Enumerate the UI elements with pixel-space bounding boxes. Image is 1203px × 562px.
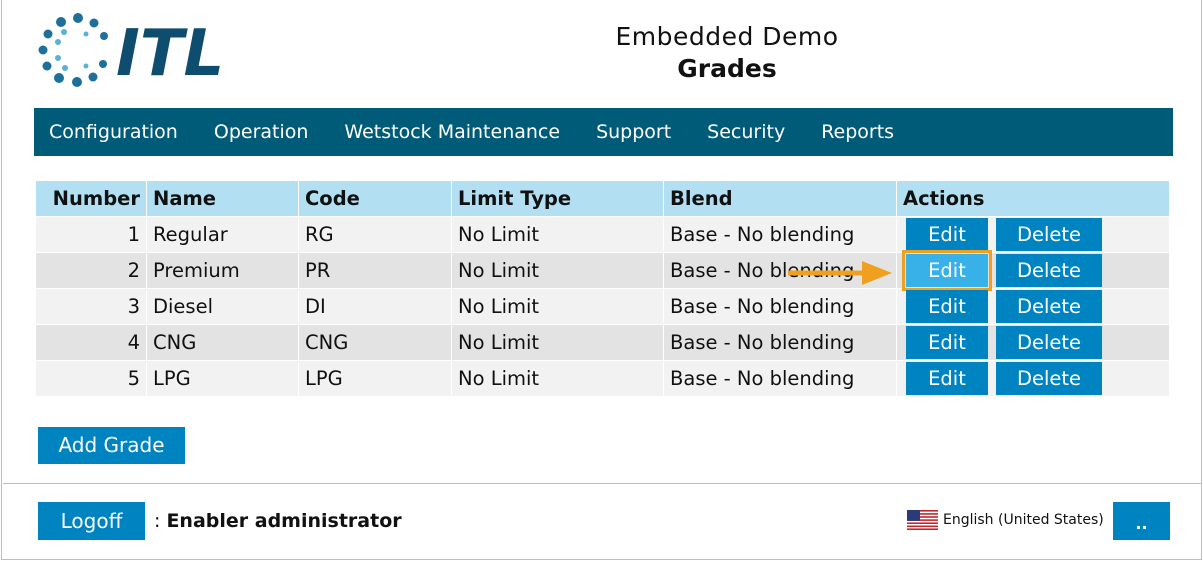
table-row: 3 Diesel DI No Limit Base - No blending …: [36, 288, 1170, 325]
itl-logo: ITL: [34, 12, 286, 91]
header-name: Name: [146, 181, 299, 217]
app-frame: ITL Embedded Demo Grades Configuration O…: [1, 0, 1202, 560]
language-selector[interactable]: English (United States): [907, 510, 1104, 530]
cell-blend: Base - No blending: [663, 216, 897, 253]
cell-actions: Edit Delete: [896, 216, 1170, 253]
edit-button[interactable]: Edit: [906, 362, 988, 395]
cell-blend: Base - No blending: [663, 360, 897, 396]
logoff-button[interactable]: Logoff: [38, 502, 145, 540]
table-header-row: Number Name Code Limit Type Blend Action…: [36, 181, 1170, 217]
delete-button[interactable]: Delete: [996, 254, 1102, 287]
user-name: Enabler administrator: [166, 510, 402, 532]
edit-button[interactable]: Edit: [906, 290, 988, 323]
edit-button[interactable]: Edit: [906, 218, 988, 251]
language-label: English (United States): [943, 512, 1104, 528]
title-block: Embedded Demo Grades: [562, 20, 892, 84]
cell-code: DI: [298, 288, 452, 325]
cell-actions: Edit Delete: [896, 288, 1170, 325]
cell-code: PR: [298, 252, 452, 289]
add-grade-button[interactable]: Add Grade: [38, 427, 185, 464]
cell-number: 1: [36, 216, 147, 253]
nav-reports[interactable]: Reports: [806, 121, 894, 143]
cell-name: Premium: [146, 252, 299, 289]
more-button[interactable]: ..: [1113, 502, 1170, 540]
cell-limit-type: No Limit: [451, 360, 664, 396]
grades-table: Number Name Code Limit Type Blend Action…: [36, 181, 1170, 396]
cell-actions: Edit Delete: [896, 324, 1170, 361]
cell-actions: Edit Delete: [896, 250, 1170, 291]
nav-support[interactable]: Support: [581, 121, 671, 143]
header-actions: Actions: [896, 181, 1170, 217]
nav-security[interactable]: Security: [692, 121, 785, 143]
delete-button[interactable]: Delete: [996, 362, 1102, 395]
cell-number: 2: [36, 252, 147, 289]
cell-number: 5: [36, 360, 147, 396]
cell-actions: Edit Delete: [896, 360, 1170, 396]
cell-blend: Base - No blending: [663, 324, 897, 361]
edit-button[interactable]: Edit: [906, 326, 988, 359]
cell-blend: Base - No blending: [663, 288, 897, 325]
cell-number: 4: [36, 324, 147, 361]
edit-button-highlighted[interactable]: Edit: [902, 250, 992, 291]
cell-limit-type: No Limit: [451, 216, 664, 253]
delete-button[interactable]: Delete: [996, 290, 1102, 323]
table-row: 2 Premium PR No Limit Base - No blending…: [36, 250, 1170, 291]
cell-name: Regular: [146, 216, 299, 253]
main-nav: Configuration Operation Wetstock Mainten…: [34, 108, 1173, 156]
header-number: Number: [36, 181, 147, 217]
delete-button[interactable]: Delete: [996, 326, 1102, 359]
page-title: Grades: [677, 54, 777, 83]
nav-operation[interactable]: Operation: [199, 121, 309, 143]
header-blend: Blend: [663, 181, 897, 217]
delete-button[interactable]: Delete: [996, 218, 1102, 251]
cell-limit-type: No Limit: [451, 288, 664, 325]
logo-ring: [38, 13, 108, 87]
cell-limit-type: No Limit: [451, 324, 664, 361]
cell-number: 3: [36, 288, 147, 325]
nav-wetstock-maintenance[interactable]: Wetstock Maintenance: [329, 121, 560, 143]
cell-limit-type: No Limit: [451, 252, 664, 289]
cell-name: LPG: [146, 360, 299, 396]
cell-name: Diesel: [146, 288, 299, 325]
us-flag-icon: [907, 510, 938, 530]
svg-text:ITL: ITL: [116, 17, 224, 87]
cell-code: RG: [298, 216, 452, 253]
cell-name: CNG: [146, 324, 299, 361]
cell-code: CNG: [298, 324, 452, 361]
table-row: 4 CNG CNG No Limit Base - No blending Ed…: [36, 324, 1170, 361]
app-title: Embedded Demo: [615, 22, 839, 51]
nav-configuration[interactable]: Configuration: [34, 121, 178, 143]
arrow-right-icon: [785, 258, 896, 288]
user-label: : Enabler administrator: [154, 510, 402, 532]
header-limit-type: Limit Type: [451, 181, 664, 217]
cell-code: LPG: [298, 360, 452, 396]
footer-divider: [3, 483, 1202, 484]
user-prefix: :: [154, 510, 167, 532]
table-row: 5 LPG LPG No Limit Base - No blending Ed…: [36, 360, 1170, 396]
table-row: 1 Regular RG No Limit Base - No blending…: [36, 216, 1170, 253]
header-code: Code: [298, 181, 452, 217]
